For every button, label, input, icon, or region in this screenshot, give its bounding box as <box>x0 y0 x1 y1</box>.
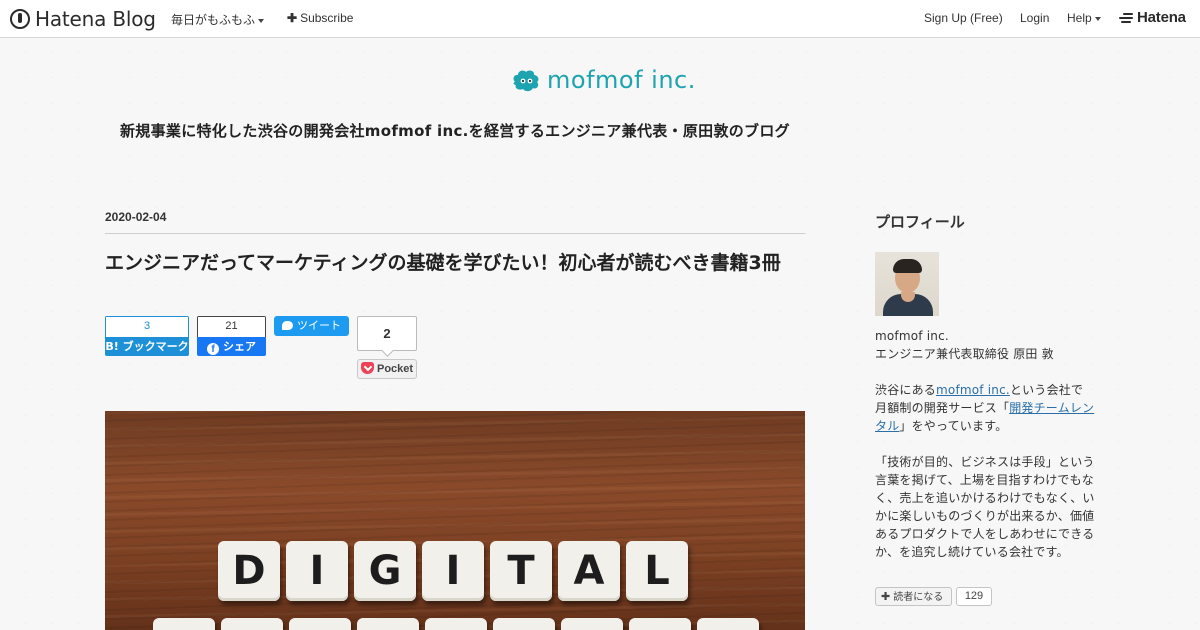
pocket-button[interactable]: Pocket <box>357 359 417 379</box>
global-header: Hatena Blog 毎日がもふもふ ✚ Subscribe Sign Up (… <box>0 0 1200 38</box>
facebook-icon: f <box>207 343 219 355</box>
hero-letter-tile <box>357 618 419 630</box>
mofmof-mascot-icon <box>513 70 539 92</box>
hero-letter-tile <box>697 618 759 630</box>
hero-letter-tile <box>289 618 351 630</box>
pocket-label: Pocket <box>377 363 414 375</box>
brand-name: Hatena Blog <box>35 7 156 31</box>
blog-tagline: 新規事業に特化した渋谷の開発会社mofmof inc.を経営するエンジニア兼代表… <box>120 122 790 140</box>
hero-image: DIGITAL <box>105 411 805 630</box>
reader-count: 129 <box>956 587 992 606</box>
hero-letter-tile <box>425 618 487 630</box>
site-logo-text: mofmof inc. <box>547 66 696 94</box>
plus-icon: ✚ <box>881 590 891 603</box>
pocket-count: 2 <box>357 316 417 351</box>
reader-button-label: 読者になる <box>893 592 944 603</box>
hero-letter-tile <box>153 618 215 630</box>
pocket-icon <box>361 362 374 374</box>
facebook-share-count: 21 <box>197 316 266 337</box>
hatena-bookmark-button[interactable]: 3 B! ブックマーク <box>105 316 189 356</box>
plus-icon: ✚ <box>287 11 298 25</box>
sidebar-profile-heading: プロフィール <box>875 213 965 231</box>
blog-menu-dropdown[interactable]: 毎日がもふもふ <box>171 11 265 28</box>
hatena-blog-logo-icon <box>10 9 30 29</box>
hatena-bookmark-label-row: B! ブックマーク <box>105 337 189 356</box>
login-link[interactable]: Login <box>1020 11 1049 25</box>
hero-letter-tile: G <box>354 541 416 601</box>
hatena-wordmark: Hatena <box>1137 9 1186 26</box>
date-divider <box>105 233 805 234</box>
hatena-logo[interactable]: Hatena <box>1119 9 1186 26</box>
hero-letter-tile: D <box>218 541 280 601</box>
subscribe-reader-button[interactable]: ✚ 読者になる <box>875 587 952 606</box>
facebook-share-label-row: f シェア <box>197 337 266 356</box>
hero-letter-tile: I <box>286 541 348 601</box>
profile-description: 「技術が目的、ビジネスは手段」という言葉を掲げて、上場を目指すわけでもなく、売上… <box>875 455 1095 559</box>
hero-letter-tile: L <box>626 541 688 601</box>
profile-intro-text: 渋谷にある <box>875 383 937 397</box>
twitter-bird-icon <box>282 321 293 330</box>
site-logo[interactable]: mofmof inc. <box>511 64 696 96</box>
caret-down-icon <box>258 18 265 23</box>
hatena-bookmark-label: ブックマーク <box>122 340 189 353</box>
post-title[interactable]: エンジニアだってマーケティングの基礎を学びたい！初心者が読むべき書籍3冊 <box>105 250 805 276</box>
facebook-share-button[interactable]: 21 f シェア <box>197 316 266 356</box>
hero-letter-tile: I <box>422 541 484 601</box>
hero-letter-tile: A <box>558 541 620 601</box>
help-label: Help <box>1067 11 1092 25</box>
hatena-blog-brand[interactable]: Hatena Blog <box>10 7 156 31</box>
hero-letter-tile <box>493 618 555 630</box>
caret-down-icon <box>1094 16 1101 21</box>
hero-letter-tile <box>561 618 623 630</box>
company-link[interactable]: mofmof inc. <box>936 383 1010 397</box>
hero-letter-tile <box>629 618 691 630</box>
post-date[interactable]: 2020-02-04 <box>105 210 166 224</box>
tweet-label: ツイート <box>297 319 341 332</box>
author-avatar[interactable] <box>875 252 939 316</box>
hatena-mark-icon <box>1119 12 1133 24</box>
profile-company: mofmof inc. <box>875 329 949 343</box>
subscribe-button[interactable]: ✚ Subscribe <box>287 11 353 25</box>
hero-letter-tile <box>221 618 283 630</box>
profile-intro-text: 」をやっています。 <box>899 419 1008 433</box>
facebook-share-label: シェア <box>223 340 256 353</box>
hatena-bookmark-count: 3 <box>105 316 189 337</box>
blog-menu-label: 毎日がもふもふ <box>171 13 256 27</box>
help-dropdown[interactable]: Help <box>1067 11 1101 25</box>
hero-letter-tile: T <box>490 541 552 601</box>
tweet-button[interactable]: ツイート <box>274 316 349 336</box>
profile-role: エンジニア兼代表取締役 原田 敦 <box>875 347 1054 361</box>
subscribe-label: Subscribe <box>300 11 354 25</box>
hatena-b-icon: B! <box>105 340 119 353</box>
signup-link[interactable]: Sign Up (Free) <box>924 11 1003 25</box>
profile-intro: 渋谷にあるmofmof inc.という会社で月額制の開発サービス「開発チームレン… <box>875 381 1095 435</box>
